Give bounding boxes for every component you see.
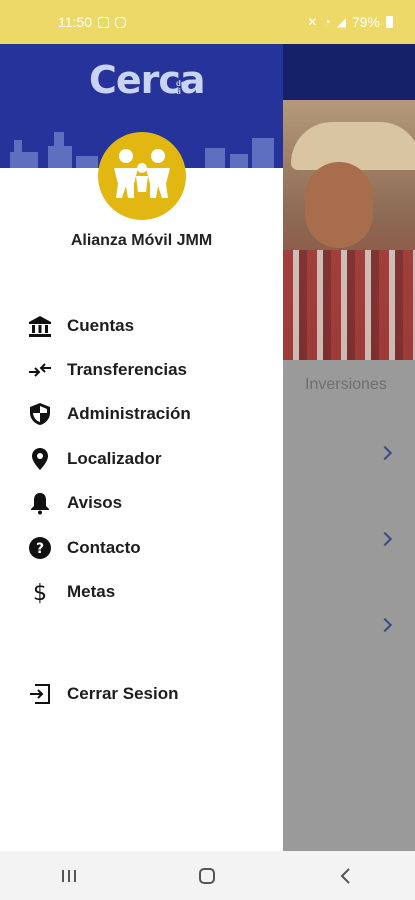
menu-item-label: Cuentas	[67, 316, 135, 335]
dollar-icon: $	[27, 579, 53, 605]
system-navigation-bar	[0, 851, 415, 900]
chevron-right-icon[interactable]	[377, 531, 393, 547]
logout-icon	[27, 681, 53, 707]
menu-item-administracion[interactable]: Administración	[0, 394, 283, 434]
home-button[interactable]	[177, 856, 237, 896]
battery-level: 79%	[351, 14, 380, 30]
chevron-right-icon[interactable]	[377, 445, 393, 461]
brand-logo-suffix: de ti	[176, 79, 186, 96]
svg-text:$: $	[33, 581, 47, 605]
menu-item-label: Avisos	[67, 493, 123, 512]
back-icon	[340, 867, 350, 884]
app-topbar	[283, 44, 415, 100]
location-pin-icon	[27, 446, 53, 472]
notification-icon	[115, 16, 126, 28]
recent-apps-button[interactable]	[39, 856, 99, 896]
menu-item-label: Contacto	[67, 538, 141, 557]
svg-text:?: ?	[36, 541, 44, 557]
organization-avatar	[98, 132, 186, 220]
recents-icon	[62, 869, 77, 882]
tab-inversiones[interactable]: Inversiones	[305, 376, 387, 394]
bank-icon	[27, 313, 53, 339]
shield-icon	[27, 401, 53, 427]
transfer-arrows-icon	[27, 357, 53, 383]
menu-item-contacto[interactable]: ? Contacto	[0, 528, 283, 568]
family-icon	[114, 149, 170, 198]
menu-item-label: Administración	[67, 404, 191, 423]
signal-icon: ◢	[336, 15, 346, 29]
menu-item-localizador[interactable]: Localizador	[0, 439, 283, 479]
menu-item-metas[interactable]: $ Metas	[0, 572, 283, 612]
menu-item-label: Transferencias	[67, 360, 188, 379]
home-icon	[199, 867, 216, 884]
navigation-drawer: Cerca de ti Alianza Móvil JMM Cuentas Tr…	[0, 44, 283, 851]
status-time: 11:50	[58, 14, 92, 30]
banner-photo	[283, 100, 415, 360]
gallery-icon	[98, 16, 109, 28]
wifi-icon: ◔	[323, 15, 331, 29]
menu-item-transferencias[interactable]: Transferencias	[0, 350, 283, 390]
chevron-right-icon[interactable]	[377, 617, 393, 633]
back-button[interactable]	[316, 856, 376, 896]
status-bar: 11:50 ✕ ◔ ◢ 79%	[0, 0, 415, 44]
brand-logo: Cerca	[89, 58, 206, 102]
menu-item-cuentas[interactable]: Cuentas	[0, 306, 283, 346]
organization-name: Alianza Móvil JMM	[70, 232, 213, 249]
bell-icon	[27, 490, 53, 516]
help-circle-icon: ?	[27, 535, 53, 561]
menu-item-avisos[interactable]: Avisos	[0, 483, 283, 523]
battery-icon	[386, 16, 393, 28]
logout-label: Cerrar Sesion	[67, 684, 179, 703]
logout-button[interactable]: Cerrar Sesion	[0, 674, 283, 714]
menu-item-label: Metas	[67, 582, 116, 601]
mute-icon: ✕	[307, 15, 318, 29]
menu-item-label: Localizador	[67, 449, 162, 468]
